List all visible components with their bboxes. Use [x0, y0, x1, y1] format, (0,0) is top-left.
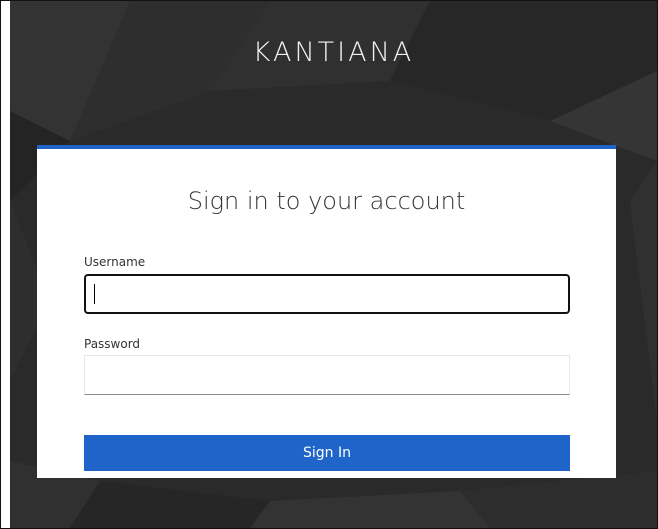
window-frame: KANTIANA Sign in to your account Usernam… — [0, 0, 658, 529]
sign-in-button[interactable]: Sign In — [84, 435, 570, 471]
brand-title: KANTIANA — [252, 37, 415, 68]
password-label: Password — [84, 337, 141, 351]
login-title: Sign in to your account — [187, 187, 466, 215]
username-input[interactable] — [84, 274, 570, 314]
password-input[interactable] — [84, 355, 570, 395]
username-label: Username — [84, 255, 146, 269]
text-caret — [94, 284, 95, 304]
login-card: Sign in to your account Username Passwor… — [37, 145, 616, 478]
